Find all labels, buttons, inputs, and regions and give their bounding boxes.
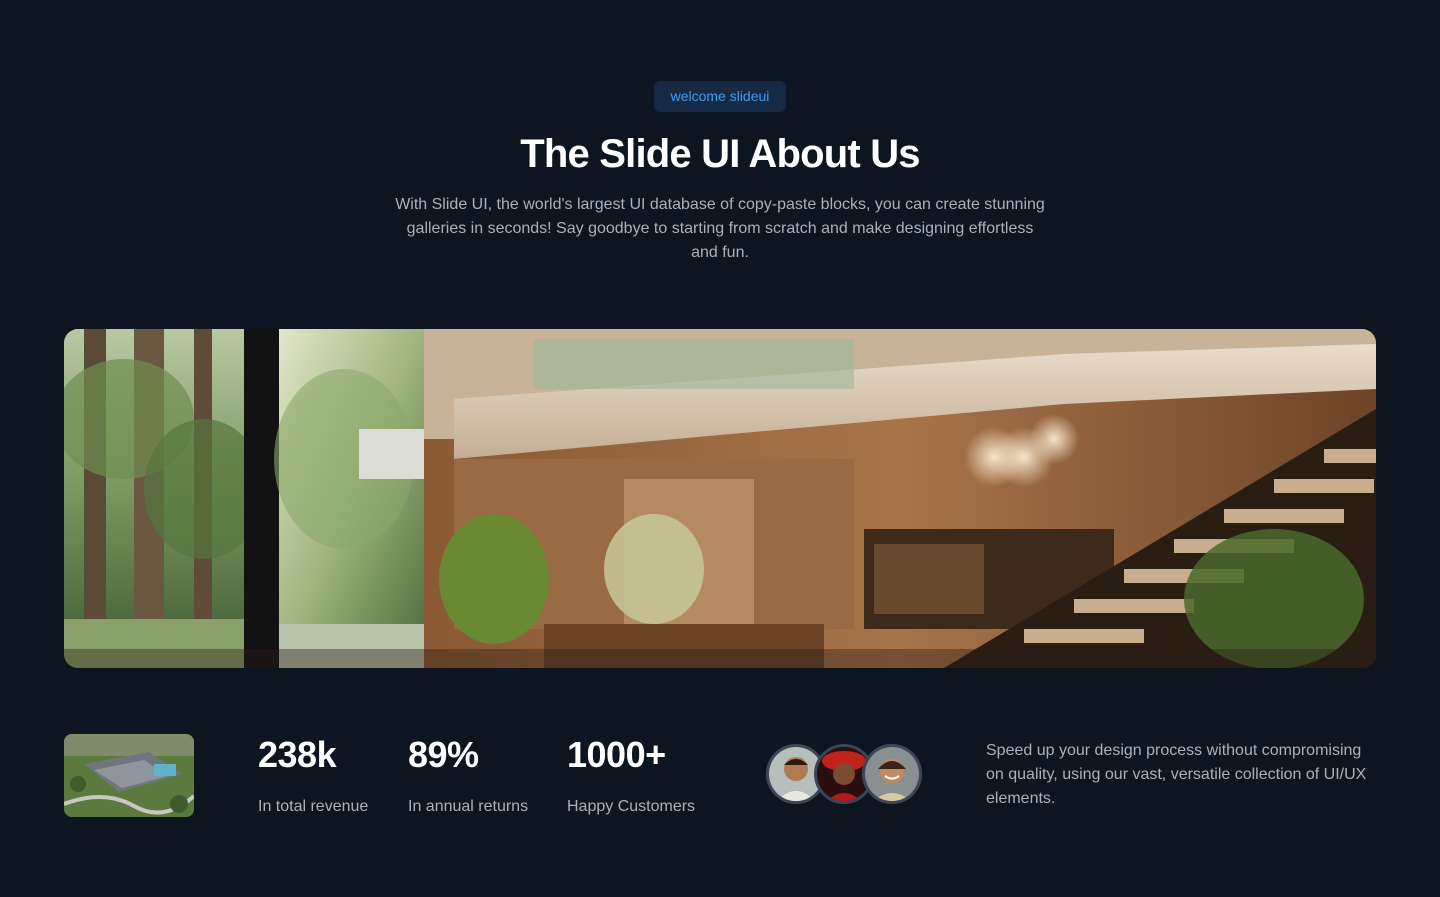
hero-image	[64, 329, 1376, 668]
page-title: The Slide UI About Us	[520, 132, 920, 176]
stat-value: 89%	[408, 734, 479, 775]
stat-value: 238k	[258, 734, 337, 775]
stat-value: 1000+	[567, 734, 666, 775]
stat-label: In annual returns	[408, 798, 529, 815]
stat-customers: 1000+ Happy Customers	[567, 734, 695, 818]
stat-revenue: 238k In total revenue	[258, 734, 368, 818]
description-text: Speed up your design process without com…	[986, 742, 1367, 807]
stat-label: In total revenue	[258, 798, 369, 815]
aerial-house-thumbnail	[64, 734, 194, 817]
stat-returns: 89% In annual returns	[408, 734, 528, 818]
welcome-badge: welcome slideui	[654, 81, 786, 112]
about-us-section: welcome slideui The Slide UI About Us Wi…	[0, 0, 1440, 897]
customer-avatars	[766, 744, 926, 806]
page-subtitle: With Slide UI, the world's largest UI da…	[395, 196, 1045, 261]
avatar	[862, 744, 922, 804]
stat-label: Happy Customers	[567, 798, 696, 815]
